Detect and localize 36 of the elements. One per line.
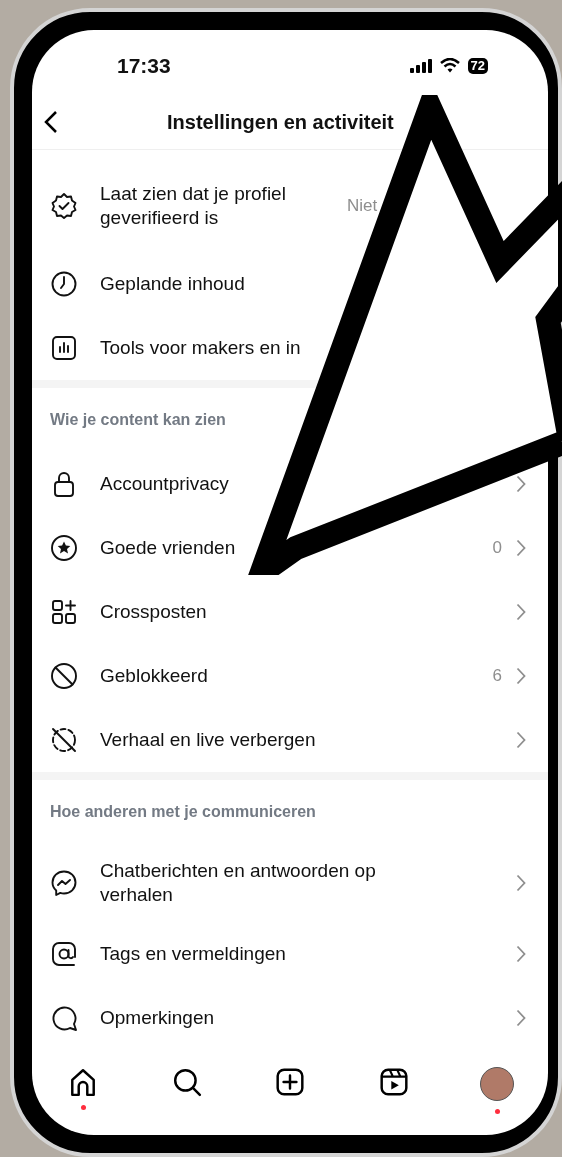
messenger-icon <box>50 869 78 897</box>
plus-square-icon[interactable] <box>275 1067 305 1097</box>
badge-check-icon <box>50 192 78 220</box>
home-icon[interactable] <box>68 1067 98 1097</box>
row-label[interactable]: Tags en vermeldingen <box>100 942 286 966</box>
search-icon[interactable] <box>171 1067 202 1097</box>
at-sign-icon <box>50 940 78 968</box>
row-label[interactable]: Laat zien dat je profiel geverifieerd is <box>100 182 325 230</box>
blocked-icon <box>50 662 78 690</box>
row-label[interactable]: Goede vrienden <box>100 536 236 560</box>
comment-icon <box>50 1004 78 1032</box>
row-label[interactable]: Accountprivacy <box>100 472 229 496</box>
row-label[interactable]: Geblokkeerd <box>100 664 208 688</box>
hidden-circle-icon <box>50 726 78 754</box>
avatar-placeholder[interactable] <box>480 1067 514 1101</box>
play-clapboard-icon[interactable] <box>378 1067 409 1097</box>
page-title: Instellingen en activiteit <box>167 110 394 135</box>
wifi-icon <box>439 58 460 73</box>
section-header: Wie je content kan zien <box>49 410 227 430</box>
clock-icon <box>50 270 78 298</box>
back-icon[interactable] <box>44 110 58 134</box>
row-label[interactable]: Verhaal en live verbergen <box>100 728 316 752</box>
status-time: 17:33 <box>117 52 171 79</box>
row-value: 6 <box>492 665 502 688</box>
section-header: Hoe anderen met je communiceren <box>49 802 317 822</box>
row-label[interactable]: Geplande inhoud <box>100 272 245 296</box>
row-value: 0 <box>492 537 502 560</box>
chart-icon <box>50 334 78 362</box>
row-value: Niet <box>347 195 378 218</box>
row-label[interactable]: Chatberichten en antwoorden op verhalen <box>100 859 385 907</box>
battery-level: 72 <box>467 57 488 74</box>
row-label[interactable]: Tools voor makers en in <box>100 336 301 360</box>
signal-icon <box>409 58 432 73</box>
row-label[interactable]: Opmerkingen <box>100 1006 215 1030</box>
row-label[interactable]: Crossposten <box>100 600 207 624</box>
grid-plus-icon <box>50 598 78 626</box>
